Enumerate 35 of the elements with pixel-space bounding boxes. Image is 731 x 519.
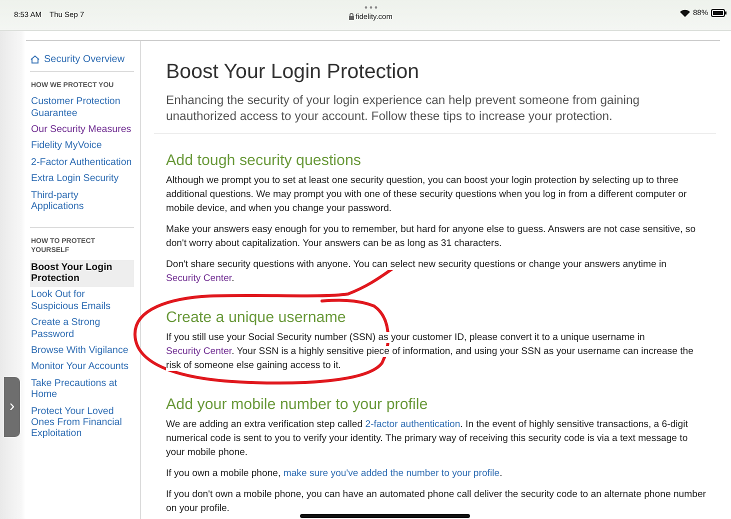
paragraph: We are adding an extra verification step called 2-factor authentication. In the event of highly sensitive transactions, a 6-digit numerical code is sent to you to verify your identity. The primary way of receiving this security code is via a text message to your mobile phone.	[166, 418, 689, 460]
security-overview-link[interactable]: Security Overview	[30, 52, 134, 72]
sidebar-item[interactable]: Fidelity MyVoice	[30, 138, 134, 155]
sidebar-toggle-button[interactable]: ›	[4, 377, 20, 437]
paragraph: Don't share security questions with anyone. You can select new security questions or change your answers anytime in Security Center.	[166, 258, 668, 286]
text-link[interactable]: Security Center	[166, 273, 232, 284]
section-heading: Create a unique username	[166, 309, 347, 326]
paragraph: Make your answers easy enough for you to remember, but hard for anyone else to guess. Answers are not case sensitive, so don't worry about capitalization. Your answers can be as long as 31 characters.	[166, 223, 697, 251]
text-link[interactable]: 2-factor authentication	[365, 419, 460, 430]
sidebar-item[interactable]: Create a Strong Password	[30, 315, 134, 343]
paragraph: If you own a mobile phone, make sure you've added the number to your profile.	[166, 467, 504, 481]
sidebar-item[interactable]: Extra Login Security	[30, 171, 134, 188]
lock-icon	[348, 13, 354, 20]
sidebar-item[interactable]: Take Precautions at Home	[30, 376, 134, 404]
sidebar-item[interactable]: 2-Factor Authentication	[30, 154, 134, 172]
text-link[interactable]: Security Center	[166, 346, 232, 357]
paragraph: Although we prompt you to set at least one security question, you can boost your login protection by selecting up to three additional questions. We may prompt you with one of these security questions when you log in from a different computer or mobile device, and when you change your password.	[166, 174, 688, 216]
battery-icon	[711, 8, 727, 16]
sidebar-item[interactable]: Customer Protection Guarantee	[30, 94, 134, 122]
sidebar-item[interactable]: Browse With Vigilance	[30, 342, 134, 360]
home-icon	[30, 55, 40, 64]
sidebar-item[interactable]: Look Out for Suspicious Emails	[30, 287, 134, 316]
sidebar-item[interactable]: Monitor Your Accounts	[30, 359, 134, 376]
text-link[interactable]: make sure you've added the number to your profile	[283, 468, 500, 479]
paragraph: If you don't own a mobile phone, you can have an automated phone call deliver the security code to an alternate phone number on your profile.	[166, 488, 706, 516]
page-title: Boost Your Login Protection	[166, 60, 420, 84]
sidebar-item[interactable]: Boost Your Login Protection	[30, 260, 134, 288]
section-heading: Add tough security questions	[166, 152, 362, 169]
more-dots-icon[interactable]	[364, 6, 378, 9]
sidebar-item[interactable]: Our Security Measures	[30, 122, 134, 138]
intro-text: Enhancing the security of your login experience can help prevent someone from gaining unauthorized access to your account. Follow these tips to increase your protection.	[166, 92, 641, 124]
sidebar-item[interactable]: Third-party Applications	[30, 188, 134, 216]
sidebar-item[interactable]: Protect Your Loved Ones From Financial Exploitation	[30, 404, 134, 443]
section-heading: Add your mobile number to your profile	[166, 396, 429, 413]
wifi-icon	[680, 8, 690, 16]
